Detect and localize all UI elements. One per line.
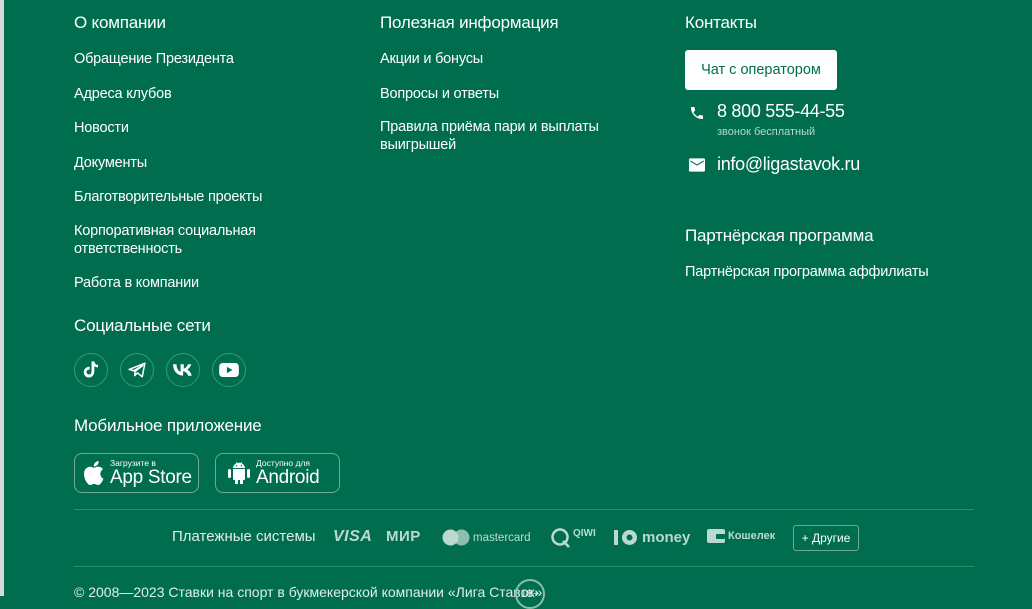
- telegram-icon: [128, 362, 146, 378]
- money-text: money: [642, 529, 691, 546]
- yoomoney-logo: money: [614, 529, 690, 546]
- android-button[interactable]: Доступно для Android: [215, 453, 340, 493]
- qiwi-text: QIWI: [573, 527, 596, 539]
- android-big-text: Android: [256, 466, 320, 488]
- youtube-button[interactable]: [212, 353, 246, 387]
- chat-operator-button[interactable]: Чат с оператором: [685, 50, 837, 90]
- mir-logo: МИР: [386, 528, 421, 545]
- envelope-icon: [689, 158, 705, 172]
- link-documents[interactable]: Документы: [74, 154, 147, 172]
- mastercard-logo: mastercard: [442, 529, 531, 546]
- app-store-button[interactable]: Загрузите в App Store: [74, 453, 199, 493]
- link-affiliate-program[interactable]: Партнёрская программа аффилиаты: [685, 263, 929, 281]
- youtube-icon: [219, 363, 239, 377]
- payments-top-divider: [74, 509, 974, 510]
- apple-icon: [84, 461, 104, 485]
- link-news[interactable]: Новости: [74, 119, 129, 137]
- email-link[interactable]: info@ligastavok.ru: [717, 154, 860, 175]
- link-faq[interactable]: Вопросы и ответы: [380, 85, 499, 103]
- payments-label: Платежные системы: [172, 528, 316, 545]
- vk-icon: [173, 364, 192, 376]
- partner-heading: Партнёрская программа: [685, 226, 874, 245]
- social-heading: Социальные сети: [74, 316, 211, 335]
- link-charity-projects[interactable]: Благотворительные проекты: [74, 188, 262, 206]
- phone-free-note: звонок бесплатный: [717, 126, 816, 138]
- yoomoney-icon: [614, 530, 637, 545]
- phone-number-link[interactable]: 8 800 555-44-55: [717, 101, 845, 122]
- copyright-text: © 2008—2023 Ставки на спорт в букмекерск…: [74, 584, 543, 600]
- mastercard-circles-icon: [442, 529, 470, 546]
- tiktok-button[interactable]: [74, 353, 108, 387]
- payments-bottom-divider: [74, 566, 974, 567]
- visa-logo: VISA: [333, 528, 373, 545]
- phone-icon: [691, 107, 703, 119]
- wallet-icon: [707, 529, 725, 543]
- link-betting-rules[interactable]: Правила приёма пари и выплаты выигрышей: [380, 118, 620, 154]
- koshelek-logo: Кошелек: [707, 529, 775, 543]
- koshelek-text: Кошелек: [728, 530, 776, 542]
- contacts-heading: Контакты: [685, 13, 757, 32]
- link-club-addresses[interactable]: Адреса клубов: [74, 85, 172, 103]
- link-president-address[interactable]: Обращение Президента: [74, 50, 234, 68]
- link-promos-bonuses[interactable]: Акции и бонусы: [380, 50, 483, 68]
- qiwi-icon: [551, 528, 570, 548]
- link-careers[interactable]: Работа в компании: [74, 274, 199, 292]
- other-payments-button[interactable]: + Другие: [793, 525, 859, 551]
- useful-heading: Полезная информация: [380, 13, 559, 32]
- app-store-big-text: App Store: [110, 466, 192, 488]
- about-heading: О компании: [74, 13, 166, 32]
- mastercard-text: mastercard: [473, 531, 531, 544]
- mobile-app-heading: Мобильное приложение: [74, 416, 262, 435]
- android-icon: [228, 462, 250, 484]
- age-restriction-badge: 18+: [515, 579, 545, 609]
- left-edge-strip: [0, 0, 4, 596]
- link-csr[interactable]: Корпоративная социальная ответственность: [74, 222, 274, 258]
- tiktok-icon: [83, 361, 98, 378]
- qiwi-logo: QIWI: [550, 527, 596, 549]
- telegram-button[interactable]: [120, 353, 154, 387]
- vk-button[interactable]: [166, 353, 200, 387]
